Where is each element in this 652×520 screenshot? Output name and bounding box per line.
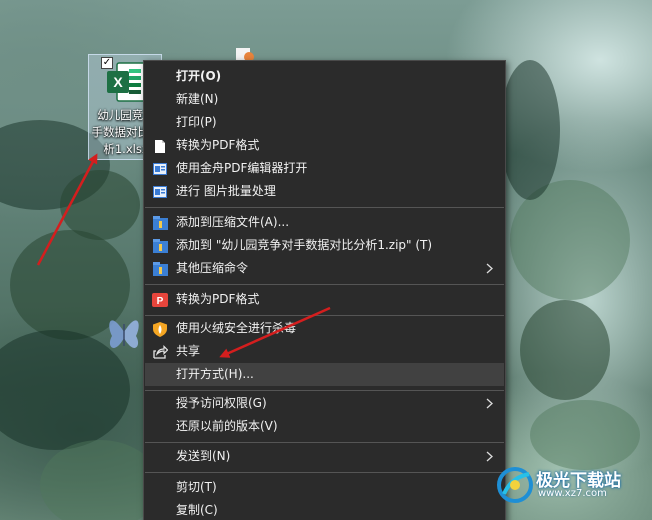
archive-icon [152, 215, 168, 231]
menu-item-open-with[interactable]: 打开方式(H)... [145, 363, 504, 386]
excel-badge-letter: X [113, 74, 123, 90]
menu-item-label: 发送到(N) [176, 449, 231, 463]
menu-item-label: 其他压缩命令 [176, 261, 249, 275]
menu-separator [145, 315, 504, 316]
butterfly-decoration [109, 320, 139, 348]
menu-item-label: 添加到 "幼儿园竞争对手数据对比分析1.zip" (T) [176, 238, 433, 252]
menu-item-label: 剪切(T) [176, 480, 217, 494]
watermark-logo-icon [497, 467, 533, 503]
foliage [530, 400, 640, 470]
menu-item-print[interactable]: 打印(P) [145, 111, 504, 134]
menu-separator [145, 390, 504, 391]
menu-item-cut[interactable]: 剪切(T) [145, 476, 504, 499]
menu-item-copy[interactable]: 复制(C) [145, 499, 504, 520]
menu-item-label: 使用金舟PDF编辑器打开 [176, 161, 308, 175]
menu-item-label: 复制(C) [176, 503, 218, 517]
chevron-right-icon [486, 263, 493, 274]
foliage [60, 170, 140, 240]
watermark: 极光下载站 www.xz7.com [494, 462, 650, 518]
menu-item-label: 使用火绒安全进行杀毒 [176, 321, 297, 335]
menu-item-label: 授予访问权限(G) [176, 396, 267, 410]
menu-item-other-compress[interactable]: 其他压缩命令 [145, 257, 504, 280]
menu-separator [145, 472, 504, 473]
chevron-right-icon [486, 398, 493, 409]
foliage [520, 300, 610, 400]
menu-item-label: 打印(P) [176, 115, 217, 129]
menu-item-label: 共享 [176, 344, 201, 358]
menu-item-label: 转换为PDF格式 [176, 138, 260, 152]
share-icon [152, 344, 168, 360]
excel-file-icon: X [107, 62, 146, 102]
menu-item-label: 添加到压缩文件(A)... [176, 215, 290, 229]
menu-item-convert-pdf-2[interactable]: P 转换为PDF格式 [145, 288, 504, 311]
menu-item-image-batch[interactable]: 进行 图片批量处理 [145, 180, 504, 203]
menu-item-send-to[interactable]: 发送到(N) [145, 445, 504, 468]
menu-item-convert-pdf[interactable]: 转换为PDF格式 [145, 134, 504, 157]
image-batch-icon [152, 184, 168, 200]
menu-item-new[interactable]: 新建(N) [145, 88, 504, 111]
document-icon [152, 138, 168, 154]
menu-item-label: 转换为PDF格式 [176, 292, 260, 306]
foliage [500, 60, 560, 200]
archive-icon [152, 261, 168, 277]
menu-item-label: 打开方式(H)... [176, 367, 254, 381]
context-menu: 打开(O) 新建(N) 打印(P) 转换为PDF格式 使用金舟PDF编辑器打开 … [143, 60, 506, 520]
menu-item-give-access[interactable]: 授予访问权限(G) [145, 392, 504, 415]
menu-separator [145, 207, 504, 208]
menu-item-label: 新建(N) [176, 92, 219, 106]
archive-icon [152, 238, 168, 254]
menu-item-open[interactable]: 打开(O) [145, 65, 504, 88]
menu-item-label: 进行 图片批量处理 [176, 184, 276, 198]
menu-item-antivirus-scan[interactable]: 使用火绒安全进行杀毒 [145, 317, 504, 340]
watermark-url: www.xz7.com [538, 488, 607, 499]
menu-separator [145, 284, 504, 285]
menu-item-open-pdf-editor[interactable]: 使用金舟PDF编辑器打开 [145, 157, 504, 180]
pdf-editor-icon [152, 161, 168, 177]
menu-separator [145, 442, 504, 443]
menu-item-label: 打开(O) [176, 69, 222, 83]
menu-item-label: 还原以前的版本(V) [176, 419, 278, 433]
menu-item-share[interactable]: 共享 [145, 340, 504, 363]
svg-text:P: P [157, 296, 164, 307]
menu-item-restore-versions[interactable]: 还原以前的版本(V) [145, 415, 504, 438]
chevron-right-icon [486, 451, 493, 462]
foliage [40, 440, 160, 520]
shield-icon [152, 321, 168, 337]
menu-item-add-to-archive[interactable]: 添加到压缩文件(A)... [145, 211, 504, 234]
menu-item-add-to-zip[interactable]: 添加到 "幼儿园竞争对手数据对比分析1.zip" (T) [145, 234, 504, 257]
pdf-convert-icon: P [152, 292, 168, 308]
